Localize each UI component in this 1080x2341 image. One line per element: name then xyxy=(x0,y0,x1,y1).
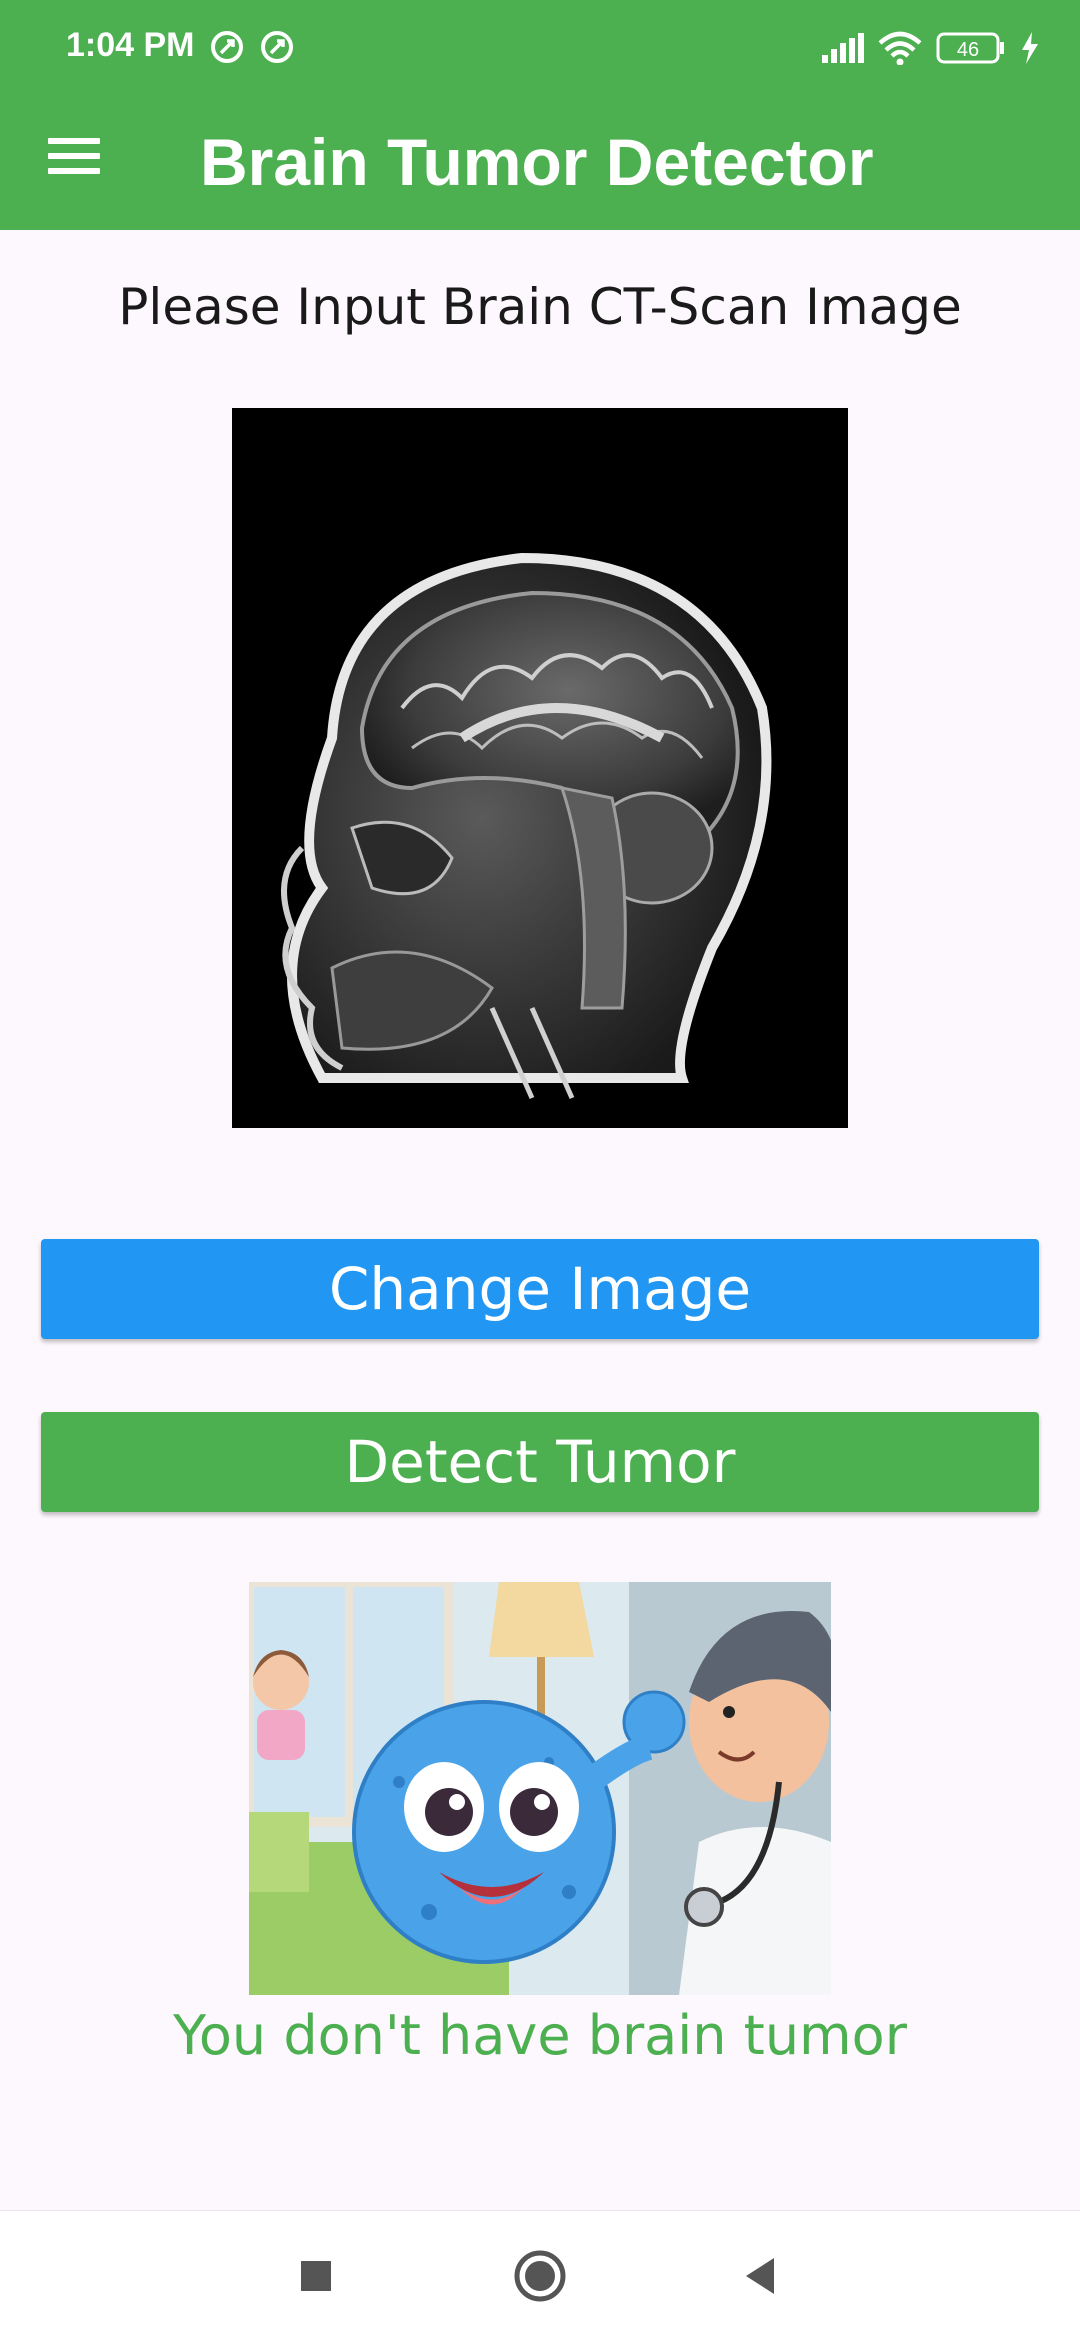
app-notification-icon xyxy=(211,31,243,63)
change-image-button[interactable]: Change Image xyxy=(41,1239,1039,1339)
status-bar: 1:04 PM 46 xyxy=(0,0,1080,96)
menu-icon[interactable] xyxy=(48,138,104,188)
recents-square-icon[interactable] xyxy=(286,2246,346,2306)
status-time: 1:04 PM xyxy=(66,26,195,64)
battery-icon: 46 xyxy=(936,32,1004,64)
charging-icon xyxy=(1022,32,1038,64)
ct-scan-image xyxy=(232,408,848,1128)
system-nav-bar xyxy=(0,2210,1080,2341)
input-prompt: Please Input Brain CT-Scan Image xyxy=(118,278,962,336)
wifi-icon xyxy=(878,31,922,65)
app-title: Brain Tumor Detector xyxy=(200,125,874,199)
result-text: You don't have brain tumor xyxy=(173,2004,907,2067)
home-circle-icon[interactable] xyxy=(510,2246,570,2306)
app-bar: Brain Tumor Detector xyxy=(0,96,1080,230)
back-triangle-icon[interactable] xyxy=(730,2246,790,2306)
signal-icon xyxy=(822,33,864,63)
app-notification-icon xyxy=(261,31,293,63)
detect-tumor-button[interactable]: Detect Tumor xyxy=(41,1412,1039,1512)
status-icons: 46 xyxy=(822,28,1040,68)
battery-level: 46 xyxy=(957,39,979,61)
result-illustration xyxy=(249,1582,831,1995)
